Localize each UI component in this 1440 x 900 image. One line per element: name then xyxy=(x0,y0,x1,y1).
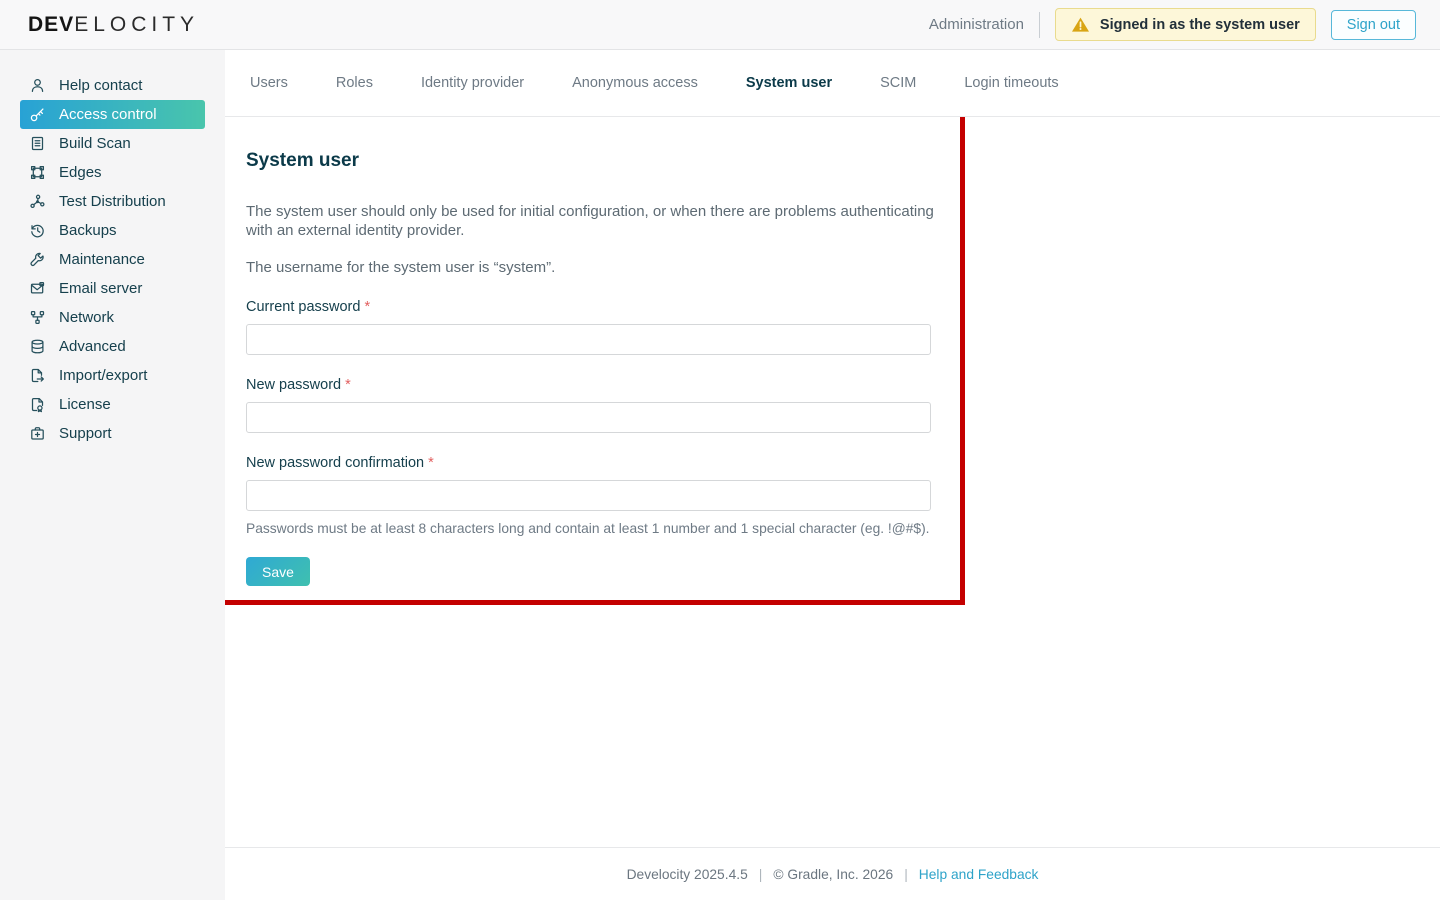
app-footer: Develocity 2025.4.5 | © Gradle, Inc. 202… xyxy=(225,847,1440,900)
required-asterisk: * xyxy=(428,455,434,471)
required-asterisk: * xyxy=(345,377,351,393)
sidebar-item-label: Email server xyxy=(59,280,142,297)
person-icon xyxy=(29,77,46,94)
sidebar-item-support[interactable]: Support xyxy=(20,419,205,448)
sidebar-item-label: Edges xyxy=(59,164,102,181)
current-password-label-text: Current password xyxy=(246,299,360,315)
new-password-label-text: New password xyxy=(246,377,341,393)
current-password-field-group: Current password* xyxy=(246,299,931,355)
footer-separator: | xyxy=(759,867,763,882)
sidebar-item-label: Maintenance xyxy=(59,251,145,268)
new-password-confirmation-label-text: New password confirmation xyxy=(246,455,424,471)
database-icon xyxy=(29,338,46,355)
signed-in-badge-text: Signed in as the system user xyxy=(1100,17,1300,33)
sidebar-item-label: License xyxy=(59,396,111,413)
logo-elocity: ELOCITY xyxy=(74,13,199,36)
current-password-label: Current password* xyxy=(246,299,931,315)
sidebar-item-edges[interactable]: Edges xyxy=(20,158,205,187)
sidebar-item-import-export[interactable]: Import/export xyxy=(20,361,205,390)
sidebar-item-maintenance[interactable]: Maintenance xyxy=(20,245,205,274)
tab-login-timeouts[interactable]: Login timeouts xyxy=(964,75,1058,91)
tab-system-user[interactable]: System user xyxy=(746,75,832,91)
sidebar-item-label: Support xyxy=(59,425,112,442)
logo-dev: DEV xyxy=(28,13,74,36)
sidebar-item-license[interactable]: License xyxy=(20,390,205,419)
tab-roles[interactable]: Roles xyxy=(336,75,373,91)
sidebar-item-label: Access control xyxy=(59,106,157,123)
sidebar-item-label: Build Scan xyxy=(59,135,131,152)
page-title: System user xyxy=(246,150,1440,172)
certificate-icon xyxy=(29,396,46,413)
sidebar-item-build-scan[interactable]: Build Scan xyxy=(20,129,205,158)
document-list-icon xyxy=(29,135,46,152)
new-password-confirmation-field-group: New password confirmation* xyxy=(246,455,931,511)
sidebar-item-label: Test Distribution xyxy=(59,193,166,210)
sidebar-item-email-server[interactable]: Email server xyxy=(20,274,205,303)
sidebar-item-label: Network xyxy=(59,309,114,326)
key-icon xyxy=(29,106,46,123)
help-and-feedback-link[interactable]: Help and Feedback xyxy=(919,867,1039,882)
tab-anonymous-access[interactable]: Anonymous access xyxy=(572,75,698,91)
new-password-field-group: New password* xyxy=(246,377,931,433)
admin-sidebar: Help contact Access control Build Scan E… xyxy=(0,50,225,900)
sign-out-button[interactable]: Sign out xyxy=(1331,10,1416,40)
system-user-description: The system user should only be used for … xyxy=(246,202,936,240)
network-graph-icon xyxy=(29,193,46,210)
sidebar-item-label: Backups xyxy=(59,222,117,239)
footer-separator: | xyxy=(904,867,908,882)
develocity-logo[interactable]: DEVELOCITY xyxy=(28,13,199,37)
sidebar-item-label: Help contact xyxy=(59,77,142,94)
sidebar-item-access-control[interactable]: Access control xyxy=(20,100,205,129)
warning-triangle-icon xyxy=(1071,16,1090,33)
footer-version: Develocity 2025.4.5 xyxy=(627,867,748,882)
sidebar-item-test-distribution[interactable]: Test Distribution xyxy=(20,187,205,216)
new-password-label: New password* xyxy=(246,377,931,393)
sidebar-item-advanced[interactable]: Advanced xyxy=(20,332,205,361)
sidebar-item-backups[interactable]: Backups xyxy=(20,216,205,245)
sidebar-item-label: Advanced xyxy=(59,338,126,355)
new-password-confirmation-label: New password confirmation* xyxy=(246,455,931,471)
sidebar-item-network[interactable]: Network xyxy=(20,303,205,332)
new-password-confirmation-input[interactable] xyxy=(246,480,931,511)
administration-label: Administration xyxy=(929,16,1024,33)
main-area: Users Roles Identity provider Anonymous … xyxy=(225,50,1440,900)
tab-users[interactable]: Users xyxy=(250,75,288,91)
frame-nodes-icon xyxy=(29,164,46,181)
tab-scim[interactable]: SCIM xyxy=(880,75,916,91)
sidebar-item-label: Import/export xyxy=(59,367,147,384)
header-divider xyxy=(1039,12,1040,38)
tab-identity-provider[interactable]: Identity provider xyxy=(421,75,524,91)
history-icon xyxy=(29,222,46,239)
signed-in-warning-badge: Signed in as the system user xyxy=(1055,8,1316,41)
footer-copyright: © Gradle, Inc. 2026 xyxy=(773,867,893,882)
save-button[interactable]: Save xyxy=(246,557,310,586)
sidebar-item-help-contact[interactable]: Help contact xyxy=(20,71,205,100)
system-username-note: The username for the system user is “sys… xyxy=(246,258,936,277)
first-aid-icon xyxy=(29,425,46,442)
document-arrow-icon xyxy=(29,367,46,384)
current-password-input[interactable] xyxy=(246,324,931,355)
password-requirements-hint: Passwords must be at least 8 characters … xyxy=(246,521,1440,536)
new-password-input[interactable] xyxy=(246,402,931,433)
topology-icon xyxy=(29,309,46,326)
system-user-panel: System user The system user should only … xyxy=(225,117,1440,586)
access-control-tabbar: Users Roles Identity provider Anonymous … xyxy=(225,50,1440,117)
required-asterisk: * xyxy=(364,299,370,315)
app-header: DEVELOCITY Administration Signed in as t… xyxy=(0,0,1440,50)
envelope-icon xyxy=(29,280,46,297)
wrench-icon xyxy=(29,251,46,268)
